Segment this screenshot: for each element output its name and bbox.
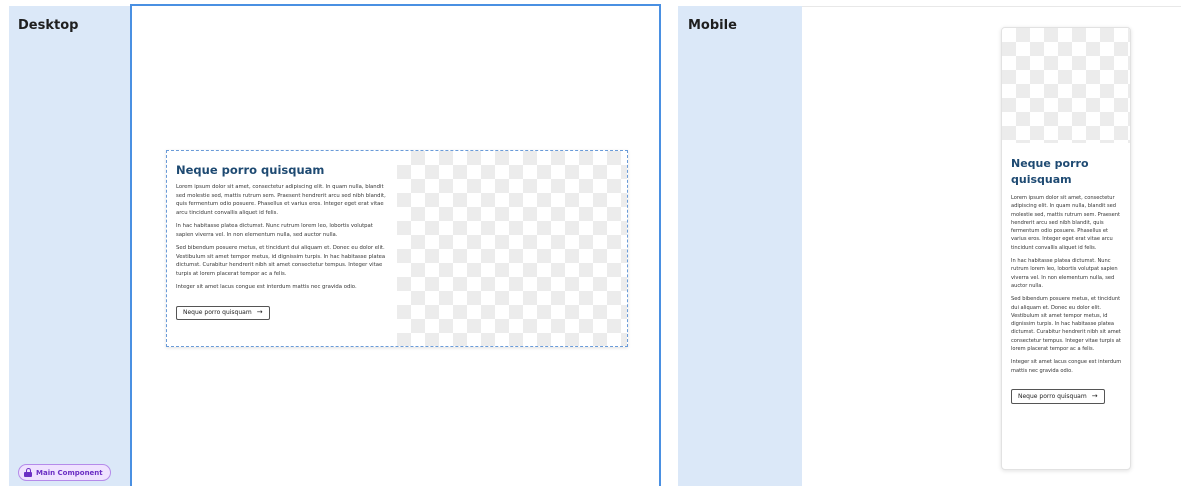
- main-component-badge-label: Main Component: [36, 468, 103, 477]
- lock-icon: [24, 468, 32, 477]
- mobile-card[interactable]: Neque porro quisquam Lorem ipsum dolor s…: [1001, 27, 1131, 470]
- mobile-card-button[interactable]: Neque porro quisquam →: [1011, 388, 1105, 404]
- mobile-frame-label: Mobile: [688, 18, 737, 33]
- desktop-frame-label: Desktop: [18, 18, 79, 33]
- desktop-card-title: Neque porro quisquam: [176, 163, 325, 177]
- arrow-right-icon: →: [256, 308, 263, 316]
- desktop-card-content: Neque porro quisquam Lorem ipsum dolor s…: [176, 163, 390, 320]
- desktop-card-button-label: Neque porro quisquam: [183, 309, 252, 316]
- desktop-card-paragraph-1: Lorem ipsum dolor sit amet, consectetur …: [176, 184, 386, 216]
- desktop-card-image-placeholder: [397, 151, 627, 346]
- mobile-card-paragraph-4: Integer sit amet lacus congue est interd…: [1011, 359, 1122, 374]
- mobile-card-paragraph-2: In hac habitasse platea dictumst. Nunc r…: [1011, 258, 1118, 289]
- desktop-card[interactable]: Neque porro quisquam Lorem ipsum dolor s…: [166, 150, 628, 347]
- desktop-card-button[interactable]: Neque porro quisquam →: [176, 305, 270, 320]
- desktop-card-paragraph-2: In hac habitasse platea dictumst. Nunc r…: [176, 223, 373, 238]
- desktop-frame-sidebar: [9, 6, 130, 486]
- mobile-card-content: Neque porro quisquam Lorem ipsum dolor s…: [1011, 156, 1123, 404]
- main-component-badge[interactable]: Main Component: [18, 464, 111, 481]
- arrow-right-icon: →: [1091, 391, 1098, 400]
- mobile-card-button-label: Neque porro quisquam: [1018, 392, 1087, 400]
- mobile-card-image-placeholder: [1002, 28, 1130, 143]
- mobile-frame-sidebar: [678, 6, 802, 486]
- mobile-card-paragraph-1: Lorem ipsum dolor sit amet, consectetur …: [1011, 195, 1121, 251]
- mobile-card-paragraph-3: Sed bibendum posuere metus, et tincidunt…: [1011, 296, 1121, 353]
- mobile-card-title: Neque porro quisquam: [1011, 157, 1089, 186]
- desktop-card-paragraph-4: Integer sit amet lacus congue est interd…: [176, 284, 357, 290]
- desktop-card-paragraph-3: Sed bibendum posuere metus, et tincidunt…: [176, 245, 386, 277]
